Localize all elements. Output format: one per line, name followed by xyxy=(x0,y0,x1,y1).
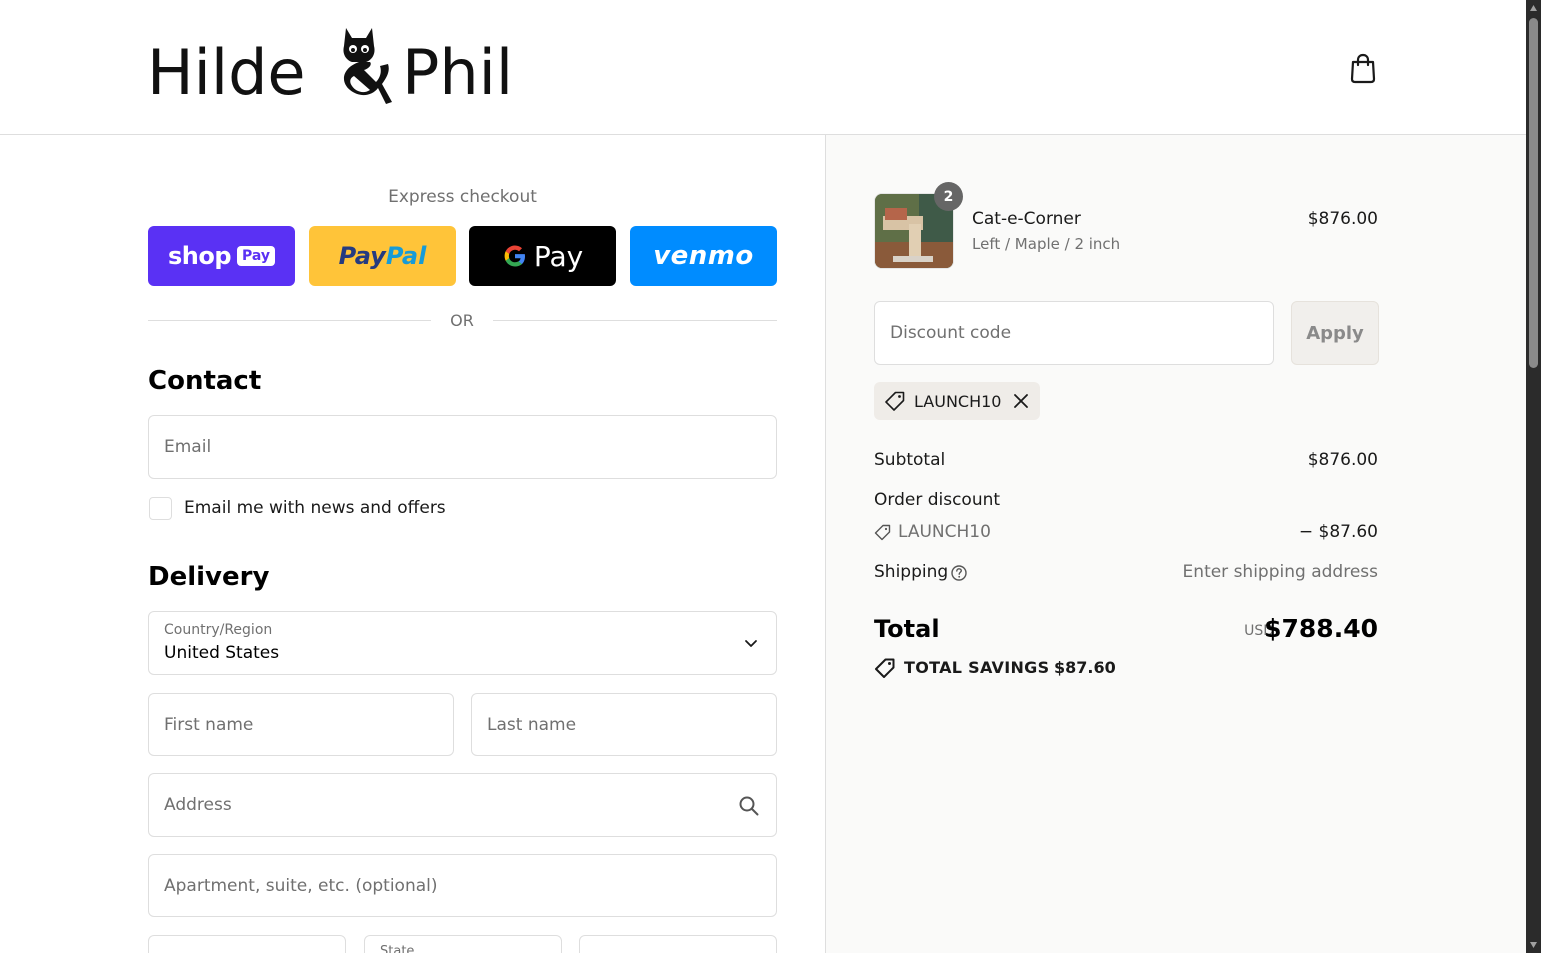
discount-code-field[interactable]: Discount code xyxy=(874,301,1274,365)
last-name-field[interactable]: Last name xyxy=(471,693,777,756)
product-variant: Left / Maple / 2 inch xyxy=(972,235,1121,253)
google-pay-button[interactable]: Pay xyxy=(469,226,616,286)
scrollbar-thumb[interactable] xyxy=(1529,18,1538,368)
close-icon[interactable] xyxy=(1012,392,1030,410)
total-value: $788.40 xyxy=(1264,614,1378,643)
first-name-field[interactable]: First name xyxy=(148,693,454,756)
shipping-value: Enter shipping address xyxy=(1182,562,1378,582)
tag-icon xyxy=(874,524,891,541)
email-placeholder: Email xyxy=(164,437,212,457)
total-label: Total xyxy=(874,615,940,643)
delivery-title: Delivery xyxy=(148,562,270,592)
email-field[interactable]: Email xyxy=(148,415,777,479)
subtotal-value: $876.00 xyxy=(1307,450,1378,470)
newsletter-checkbox[interactable] xyxy=(149,497,172,520)
tag-icon xyxy=(875,658,895,678)
chevron-down-icon xyxy=(745,640,757,647)
address-placeholder: Address xyxy=(164,795,232,815)
shop-pay-button[interactable]: shop Pay xyxy=(148,226,295,286)
tag-icon xyxy=(885,391,905,411)
applied-discount-code: LAUNCH10 xyxy=(914,391,1002,411)
discount-code-line: LAUNCH10 xyxy=(898,522,991,542)
apply-discount-button[interactable]: Apply xyxy=(1291,301,1379,365)
product-name: Cat-e-Corner xyxy=(972,209,1081,229)
question-icon[interactable] xyxy=(950,564,968,582)
checkout-form: Express checkout shop Pay PayPal Pay ven… xyxy=(0,135,825,953)
scroll-up-arrow-icon[interactable] xyxy=(1529,4,1538,12)
search-icon[interactable] xyxy=(738,795,760,817)
country-label: Country/Region xyxy=(164,622,273,638)
logo-word-2: Phil xyxy=(402,36,514,109)
address-field[interactable]: Address xyxy=(148,773,777,837)
apartment-placeholder: Apartment, suite, etc. (optional) xyxy=(164,875,438,896)
quantity-badge: 2 xyxy=(934,182,963,211)
total-savings-value: $87.60 xyxy=(1054,658,1116,677)
shop-pay-badge: Pay xyxy=(237,246,276,266)
city-field[interactable] xyxy=(148,935,346,953)
brand-logo[interactable]: Hilde Phil xyxy=(147,24,527,110)
country-value: United States xyxy=(164,643,280,663)
cat-ampersand-icon xyxy=(343,28,392,104)
first-name-placeholder: First name xyxy=(164,714,254,735)
total-savings-label: TOTAL SAVINGS xyxy=(904,658,1050,677)
apartment-field[interactable]: Apartment, suite, etc. (optional) xyxy=(148,854,777,917)
or-divider-text: OR xyxy=(450,311,474,330)
cart-icon[interactable] xyxy=(1348,52,1378,84)
order-discount-label: Order discount xyxy=(874,490,1001,510)
product-price: $876.00 xyxy=(1307,209,1378,229)
page-scrollbar[interactable] xyxy=(1526,0,1541,953)
country-select[interactable]: Country/Region United States xyxy=(148,611,777,675)
order-summary: 2 Cat-e-Corner Left / Maple / 2 inch $87… xyxy=(825,135,1526,953)
paypal-logo: PayPal xyxy=(339,242,427,270)
applied-discount-chip: LAUNCH10 xyxy=(874,382,1040,420)
shop-pay-word: shop xyxy=(167,242,232,270)
venmo-button[interactable]: venmo xyxy=(630,226,777,286)
contact-title: Contact xyxy=(148,366,262,396)
express-checkout-title: Express checkout xyxy=(388,187,537,207)
state-label: State xyxy=(380,944,415,953)
discount-amount: − $87.60 xyxy=(1298,522,1378,542)
google-pay-word: Pay xyxy=(533,239,584,273)
divider-right xyxy=(493,320,777,321)
state-select[interactable]: State xyxy=(364,935,562,953)
paypal-logo-part2: Pal xyxy=(385,242,427,270)
scroll-down-arrow-icon[interactable] xyxy=(1529,941,1538,949)
newsletter-label[interactable]: Email me with news and offers xyxy=(184,498,446,518)
header: Hilde Phil xyxy=(0,0,1526,135)
paypal-button[interactable]: PayPal xyxy=(309,226,456,286)
zip-field[interactable] xyxy=(579,935,777,953)
discount-code-placeholder: Discount code xyxy=(890,323,1012,343)
last-name-placeholder: Last name xyxy=(487,714,577,735)
subtotal-label: Subtotal xyxy=(874,450,946,470)
venmo-logo: venmo xyxy=(653,241,754,271)
shipping-label: Shipping xyxy=(874,562,949,582)
divider-left xyxy=(148,320,431,321)
paypal-logo-part1: Pay xyxy=(338,242,386,270)
logo-word-1: Hilde xyxy=(147,36,306,109)
google-g-icon xyxy=(504,245,525,267)
